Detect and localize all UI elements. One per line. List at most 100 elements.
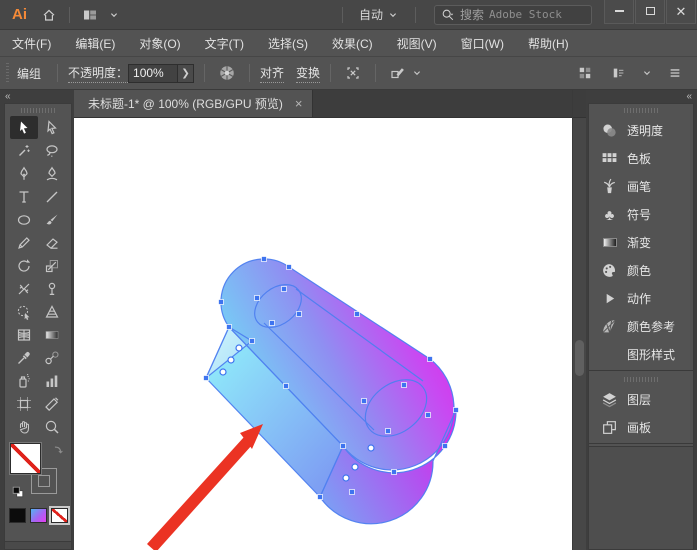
perspective-icon bbox=[44, 304, 60, 320]
toolbar-drag-handle[interactable] bbox=[21, 106, 55, 115]
close-button[interactable]: ✕ bbox=[666, 0, 696, 24]
adobe-stock-search-input[interactable]: 搜索 Adobe Stock bbox=[434, 5, 592, 25]
blend-tool[interactable] bbox=[38, 346, 66, 369]
panel-button-color[interactable]: 颜色 bbox=[589, 256, 693, 284]
panel-button-gradient[interactable]: 渐变 bbox=[589, 228, 693, 256]
panel-button-actions[interactable]: 动作 bbox=[589, 284, 693, 312]
chevron-down-icon[interactable] bbox=[102, 4, 126, 26]
transform-button[interactable]: 变换 bbox=[296, 64, 320, 83]
selection-tool[interactable] bbox=[10, 116, 38, 139]
zoom-tool[interactable] bbox=[38, 415, 66, 438]
panel-dock-collapse-button[interactable]: « bbox=[586, 90, 697, 103]
selection-type-label: 编组 bbox=[17, 65, 41, 82]
color-guide-icon bbox=[601, 318, 618, 335]
right-dock: « 透明度色板画笔♣符号渐变颜色动作颜色参考图形样式 图层画板 bbox=[586, 90, 697, 550]
fill-swatch[interactable] bbox=[10, 443, 41, 474]
line-segment-tool[interactable] bbox=[38, 185, 66, 208]
menu-item-8[interactable]: 帮助(H) bbox=[528, 35, 569, 52]
home-icon[interactable] bbox=[37, 4, 61, 26]
document-tab[interactable]: 未标题-1* @ 100% (RGB/GPU 预览) × bbox=[74, 90, 313, 117]
canvas[interactable] bbox=[74, 118, 572, 550]
align-button[interactable]: 对齐 bbox=[260, 64, 284, 83]
panel-label-symbols: 符号 bbox=[627, 206, 651, 223]
scrollbar-thumb[interactable] bbox=[575, 340, 584, 376]
menu-item-1[interactable]: 编辑(E) bbox=[75, 35, 115, 52]
slice-tool[interactable] bbox=[38, 392, 66, 415]
toolbar-collapse-button[interactable]: « bbox=[0, 90, 74, 103]
gpu-mode-dropdown[interactable]: 自动 bbox=[351, 4, 407, 26]
pencil-tool[interactable] bbox=[10, 231, 38, 254]
arrange-documents-icon[interactable] bbox=[78, 4, 102, 26]
magic-wand-tool[interactable] bbox=[10, 139, 38, 162]
artwork-object[interactable] bbox=[74, 118, 572, 550]
curvature-tool[interactable] bbox=[38, 162, 66, 185]
scale-icon bbox=[44, 258, 60, 274]
menu-item-4[interactable]: 选择(S) bbox=[268, 35, 308, 52]
shape-builder-tool[interactable] bbox=[10, 300, 38, 323]
panel-group-1: 透明度色板画笔♣符号渐变颜色动作颜色参考图形样式 bbox=[589, 116, 693, 368]
menu-item-7[interactable]: 窗口(W) bbox=[461, 35, 504, 52]
vertical-scrollbar[interactable] bbox=[572, 90, 586, 550]
menu-item-2[interactable]: 对象(O) bbox=[139, 35, 180, 52]
puppet-warp-tool[interactable] bbox=[38, 277, 66, 300]
panel-button-color-guide[interactable]: 颜色参考 bbox=[589, 312, 693, 340]
type-tool[interactable] bbox=[10, 185, 38, 208]
mesh-tool[interactable] bbox=[10, 323, 38, 346]
maximize-button[interactable] bbox=[635, 0, 665, 24]
color-mode-button[interactable] bbox=[9, 508, 26, 523]
recolor-artwork-icon[interactable] bbox=[215, 61, 239, 85]
eraser-tool[interactable] bbox=[38, 231, 66, 254]
scale-tool[interactable] bbox=[38, 254, 66, 277]
direct-selection-tool[interactable] bbox=[38, 116, 66, 139]
menu-item-3[interactable]: 文字(T) bbox=[205, 35, 244, 52]
scrollbar-track[interactable] bbox=[573, 118, 586, 550]
paintbrush-tool[interactable] bbox=[38, 208, 66, 231]
dock-options-icon[interactable] bbox=[607, 61, 631, 85]
panel-button-graphic-styles[interactable]: 图形样式 bbox=[589, 340, 693, 368]
none-mode-button[interactable] bbox=[51, 508, 68, 523]
control-bar-grip[interactable] bbox=[4, 63, 11, 83]
opacity-dropdown-button[interactable]: ❯ bbox=[178, 64, 194, 83]
eraser-icon bbox=[44, 235, 60, 251]
menu-item-6[interactable]: 视图(V) bbox=[397, 35, 437, 52]
hand-tool[interactable] bbox=[10, 415, 38, 438]
grid-view-icon[interactable] bbox=[573, 61, 597, 85]
minimize-button[interactable] bbox=[604, 0, 634, 24]
perspective-grid-tool[interactable] bbox=[38, 300, 66, 323]
opacity-input[interactable] bbox=[128, 64, 178, 83]
gradient-tool[interactable] bbox=[38, 323, 66, 346]
ellipse-tool[interactable] bbox=[10, 208, 38, 231]
default-fill-stroke-icon[interactable] bbox=[11, 485, 25, 502]
gradient-mode-button[interactable] bbox=[30, 508, 47, 523]
lasso-tool[interactable] bbox=[38, 139, 66, 162]
panel-button-swatches[interactable]: 色板 bbox=[589, 144, 693, 172]
isolate-object-icon[interactable] bbox=[386, 61, 410, 85]
document-area: 未标题-1* @ 100% (RGB/GPU 预览) × bbox=[74, 90, 572, 550]
panel-button-symbols[interactable]: ♣符号 bbox=[589, 200, 693, 228]
panel-drag-handle[interactable] bbox=[624, 106, 658, 115]
menu-item-0[interactable]: 文件(F) bbox=[12, 35, 51, 52]
eyedropper-tool[interactable] bbox=[10, 346, 38, 369]
artboard-tool[interactable] bbox=[10, 392, 38, 415]
pen-tool[interactable] bbox=[10, 162, 38, 185]
tab-close-icon[interactable]: × bbox=[295, 97, 303, 110]
chevron-down-icon[interactable] bbox=[641, 61, 653, 85]
panel-button-artboards[interactable]: 画板 bbox=[589, 413, 693, 441]
panel-button-brushes[interactable]: 画笔 bbox=[589, 172, 693, 200]
swap-fill-stroke-icon[interactable] bbox=[51, 444, 65, 461]
panel-button-transparency[interactable]: 透明度 bbox=[589, 116, 693, 144]
panel-drag-handle[interactable] bbox=[624, 375, 658, 384]
close-icon: ✕ bbox=[676, 5, 687, 18]
chevron-down-icon[interactable] bbox=[410, 61, 424, 85]
width-tool[interactable] bbox=[10, 277, 38, 300]
menu-list-icon[interactable] bbox=[663, 61, 687, 85]
rotate-tool[interactable] bbox=[10, 254, 38, 277]
draw-mode-strip[interactable] bbox=[5, 541, 71, 549]
bounding-box-icon[interactable] bbox=[341, 61, 365, 85]
separator bbox=[204, 64, 205, 82]
symbol-sprayer-tool[interactable] bbox=[10, 369, 38, 392]
panel-button-layers[interactable]: 图层 bbox=[589, 385, 693, 413]
column-graph-tool[interactable] bbox=[38, 369, 66, 392]
menu-item-5[interactable]: 效果(C) bbox=[332, 35, 373, 52]
opacity-label[interactable]: 不透明度： bbox=[68, 64, 128, 83]
